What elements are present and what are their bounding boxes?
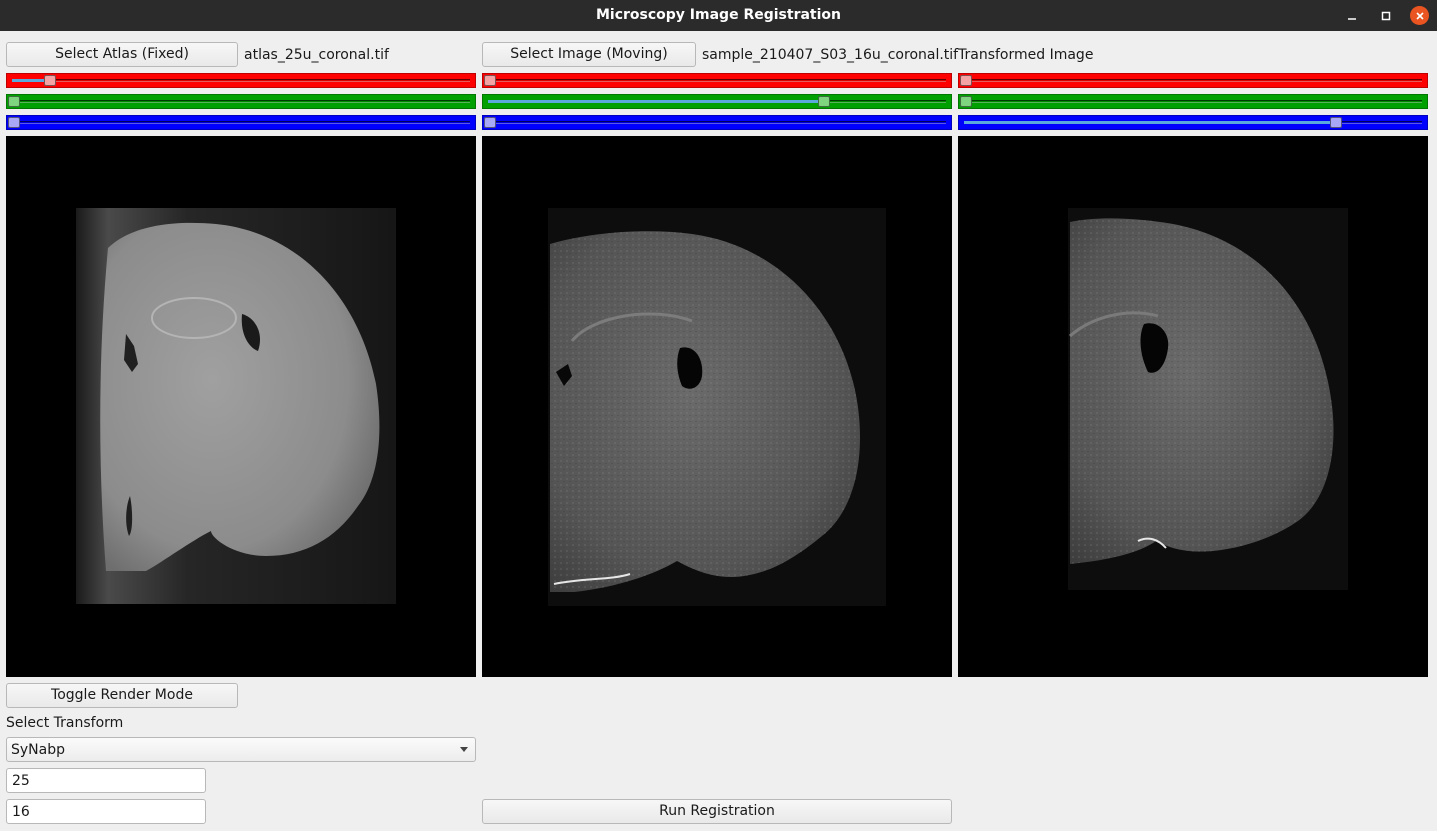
slider-handle[interactable] <box>484 117 496 128</box>
moving-red-slider[interactable] <box>482 73 952 88</box>
transformed-image-view[interactable] <box>958 136 1428 677</box>
fixed-image-view[interactable] <box>6 136 476 677</box>
slider-handle[interactable] <box>1330 117 1342 128</box>
fixed-filename: atlas_25u_coronal.tif <box>244 47 389 63</box>
select-image-button[interactable]: Select Image (Moving) <box>482 42 696 67</box>
moving-green-slider[interactable] <box>482 94 952 109</box>
select-atlas-button[interactable]: Select Atlas (Fixed) <box>6 42 238 67</box>
slider-handle[interactable] <box>8 96 20 107</box>
slider-handle[interactable] <box>817 96 830 107</box>
slider-handle[interactable] <box>484 75 496 86</box>
moving-resolution-input[interactable] <box>6 799 206 824</box>
transformed-green-slider[interactable] <box>958 94 1428 109</box>
transform-select[interactable]: SyNabp <box>6 737 476 762</box>
moving-image-view[interactable] <box>482 136 952 677</box>
moving-blue-slider[interactable] <box>482 115 952 130</box>
slider-handle[interactable] <box>8 117 20 128</box>
toggle-render-mode-button[interactable]: Toggle Render Mode <box>6 683 238 708</box>
slider-handle[interactable] <box>960 75 972 86</box>
minimize-icon[interactable] <box>1342 6 1361 25</box>
maximize-icon[interactable] <box>1376 6 1395 25</box>
close-icon[interactable] <box>1410 6 1429 25</box>
transform-select-value: SyNabp <box>11 742 65 758</box>
fixed-resolution-input[interactable] <box>6 768 206 793</box>
moving-filename: sample_210407_S03_16u_coronal.tif <box>702 47 959 63</box>
fixed-green-slider[interactable] <box>6 94 476 109</box>
transformed-blue-slider[interactable] <box>958 115 1428 130</box>
fixed-blue-slider[interactable] <box>6 115 476 130</box>
run-registration-button[interactable]: Run Registration <box>482 799 952 824</box>
slider-handle[interactable] <box>44 75 57 86</box>
transformed-image-label: Transformed Image <box>958 47 1094 63</box>
fixed-red-slider[interactable] <box>6 73 476 88</box>
window-title: Microscopy Image Registration <box>595 7 841 23</box>
title-bar: Microscopy Image Registration <box>0 0 1437 31</box>
select-transform-label: Select Transform <box>6 715 124 731</box>
slider-handle[interactable] <box>960 96 972 107</box>
chevron-down-icon[interactable] <box>460 747 468 752</box>
transformed-red-slider[interactable] <box>958 73 1428 88</box>
